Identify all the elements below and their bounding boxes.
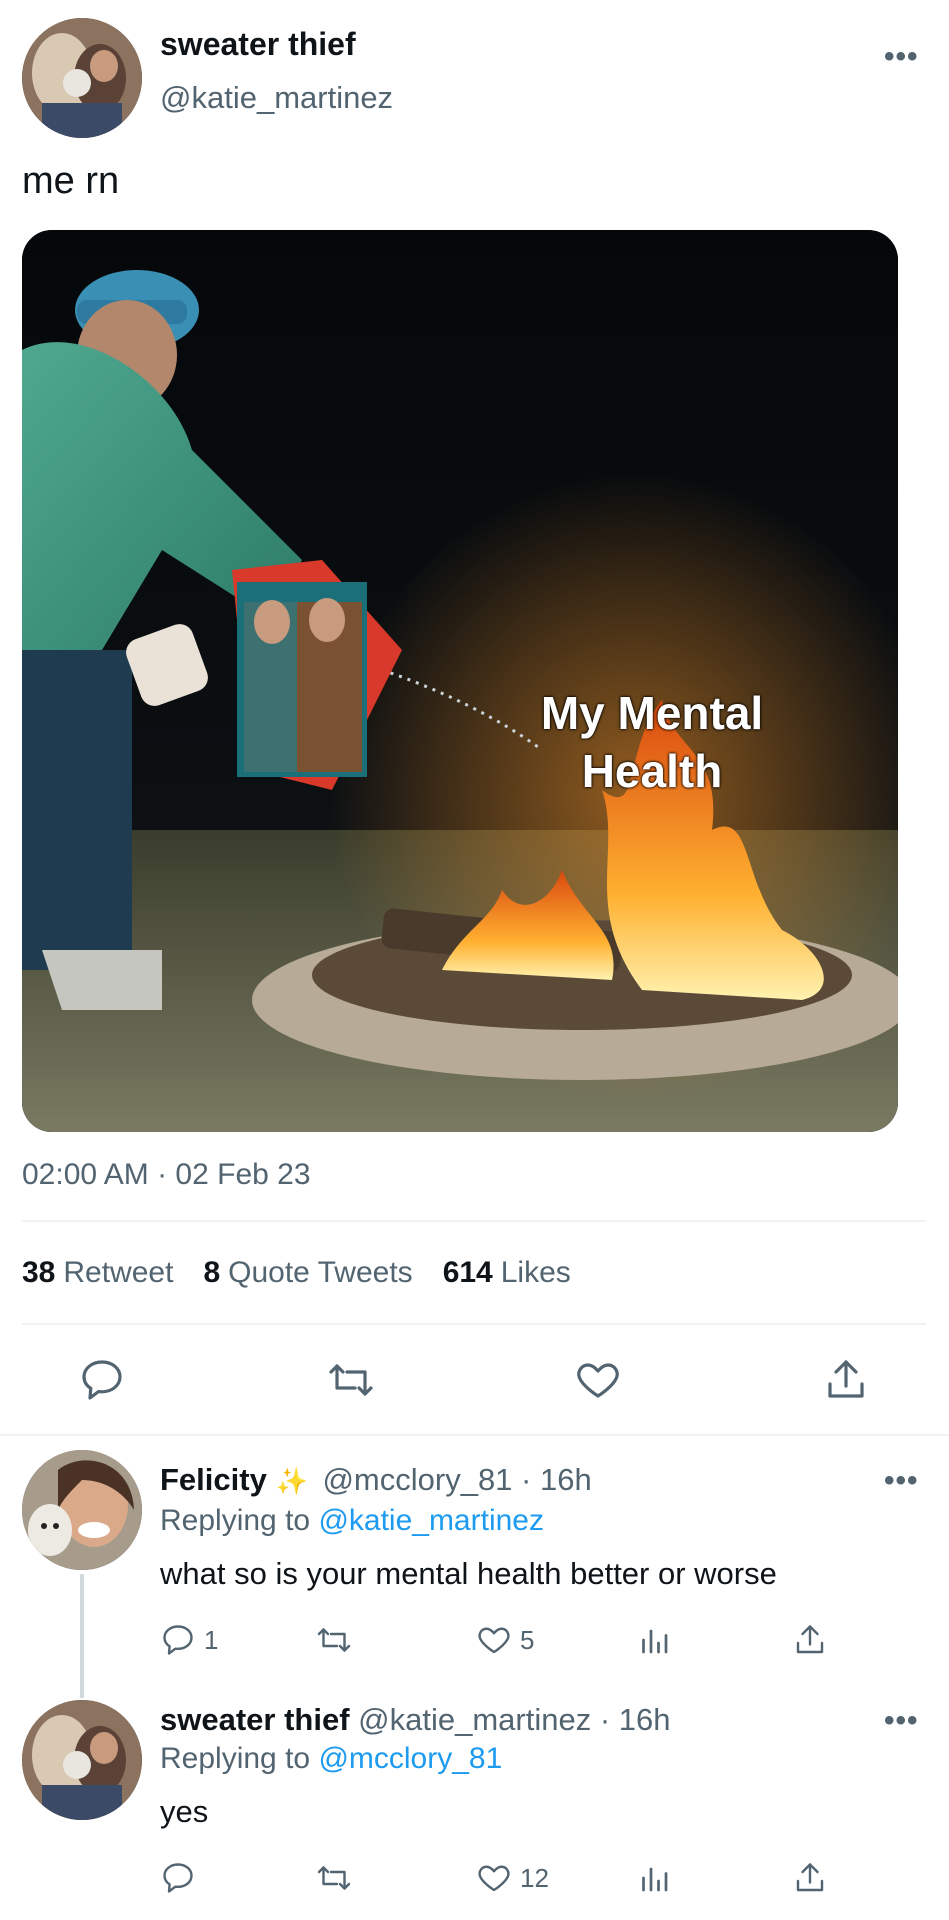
reply-author-name[interactable]: sweater thief (160, 1702, 350, 1737)
replying-prefix: Replying to (160, 1504, 311, 1537)
reply-time[interactable]: · 16h (600, 1702, 671, 1737)
retweet-icon[interactable] (327, 1356, 375, 1404)
reply-time[interactable]: · 16h (521, 1462, 592, 1497)
reply-text: what so is your mental health better or … (160, 1556, 777, 1591)
tweet-media-image[interactable]: My Mental Health (22, 230, 898, 1132)
retweets-stat[interactable]: 38 Retweet (22, 1256, 173, 1290)
meme-caption: My Mental Health (517, 685, 787, 800)
meme-caption-line1: My Mental (540, 687, 764, 739)
retweets-count: 38 (22, 1256, 56, 1289)
analytics-icon (642, 1629, 668, 1654)
share-icon[interactable] (822, 1356, 870, 1404)
like-icon (478, 1627, 510, 1654)
reply-count: 1 (204, 1624, 219, 1655)
author-name[interactable]: sweater thief (160, 26, 356, 63)
more-options-icon[interactable]: ••• (884, 1706, 919, 1736)
reply-icon[interactable] (78, 1356, 126, 1404)
quotes-stat[interactable]: 8 Quote Tweets (203, 1256, 412, 1290)
share-icon (796, 1625, 824, 1654)
quotes-label: Quote Tweets (228, 1256, 413, 1289)
reply-reply-button[interactable]: 1 (160, 1622, 218, 1658)
like-count: 5 (520, 1624, 535, 1655)
reply-icon (163, 1625, 193, 1655)
reply-retweet-button[interactable] (316, 1860, 352, 1896)
reply-header: Felicity ✨ @mcclory_81 · 16h (160, 1462, 592, 1498)
analytics-icon (642, 1867, 668, 1892)
quotes-count: 8 (203, 1256, 221, 1289)
likes-stat[interactable]: 614 Likes (443, 1256, 571, 1290)
likes-count: 614 (442, 1256, 493, 1289)
reply-author-handle[interactable]: @katie_martinez (358, 1702, 591, 1737)
reply-retweet-button[interactable] (316, 1622, 352, 1658)
divider (22, 1323, 926, 1325)
reply-author-name[interactable]: Felicity (160, 1462, 267, 1497)
sparkles-icon: ✨ (275, 1466, 308, 1496)
reply-like-button[interactable]: 12 (476, 1860, 549, 1896)
reply-icon (163, 1863, 193, 1893)
reply-header: sweater thief @katie_martinez · 16h (160, 1702, 671, 1738)
reply-analytics-button[interactable] (636, 1622, 672, 1658)
replying-prefix: Replying to (160, 1742, 311, 1775)
like-count: 12 (520, 1862, 549, 1893)
reply-author-avatar[interactable] (22, 1450, 142, 1570)
more-options-icon[interactable]: ••• (884, 1466, 919, 1496)
reply-share-button[interactable] (792, 1622, 828, 1658)
section-divider (0, 1434, 949, 1436)
like-icon[interactable] (574, 1356, 622, 1404)
author-handle[interactable]: @katie_martinez (160, 80, 393, 116)
retweets-label: Retweet (63, 1256, 174, 1289)
tweet-timestamp[interactable]: 02:00 AM · 02 Feb 23 (22, 1158, 311, 1192)
replying-to: Replying to @mcclory_81 (160, 1742, 502, 1776)
tweet-text: me rn (22, 160, 120, 202)
share-icon (796, 1863, 824, 1892)
reply-text: yes (160, 1794, 209, 1829)
retweet-icon (317, 1628, 351, 1652)
likes-label: Likes (500, 1256, 571, 1289)
reply-author-handle[interactable]: @mcclory_81 (322, 1462, 512, 1497)
reply-author-avatar[interactable] (22, 1700, 142, 1820)
meme-caption-line2: Health (581, 744, 723, 797)
author-avatar[interactable] (22, 18, 142, 138)
meme-image (22, 230, 898, 1132)
like-icon (478, 1865, 510, 1892)
more-options-icon[interactable]: ••• (884, 42, 919, 72)
retweet-icon (317, 1866, 351, 1890)
reply-like-button[interactable]: 5 (476, 1622, 534, 1658)
replying-mention[interactable]: @mcclory_81 (318, 1742, 502, 1775)
replying-mention[interactable]: @katie_martinez (318, 1504, 544, 1537)
reply-reply-button[interactable] (160, 1860, 196, 1896)
reply-share-button[interactable] (792, 1860, 828, 1896)
reply-analytics-button[interactable] (636, 1860, 672, 1896)
tweet-stats: 38 Retweet 8 Quote Tweets 614 Likes (22, 1256, 571, 1290)
thread-line (80, 1574, 84, 1698)
divider (22, 1220, 926, 1222)
replying-to: Replying to @katie_martinez (160, 1504, 544, 1538)
